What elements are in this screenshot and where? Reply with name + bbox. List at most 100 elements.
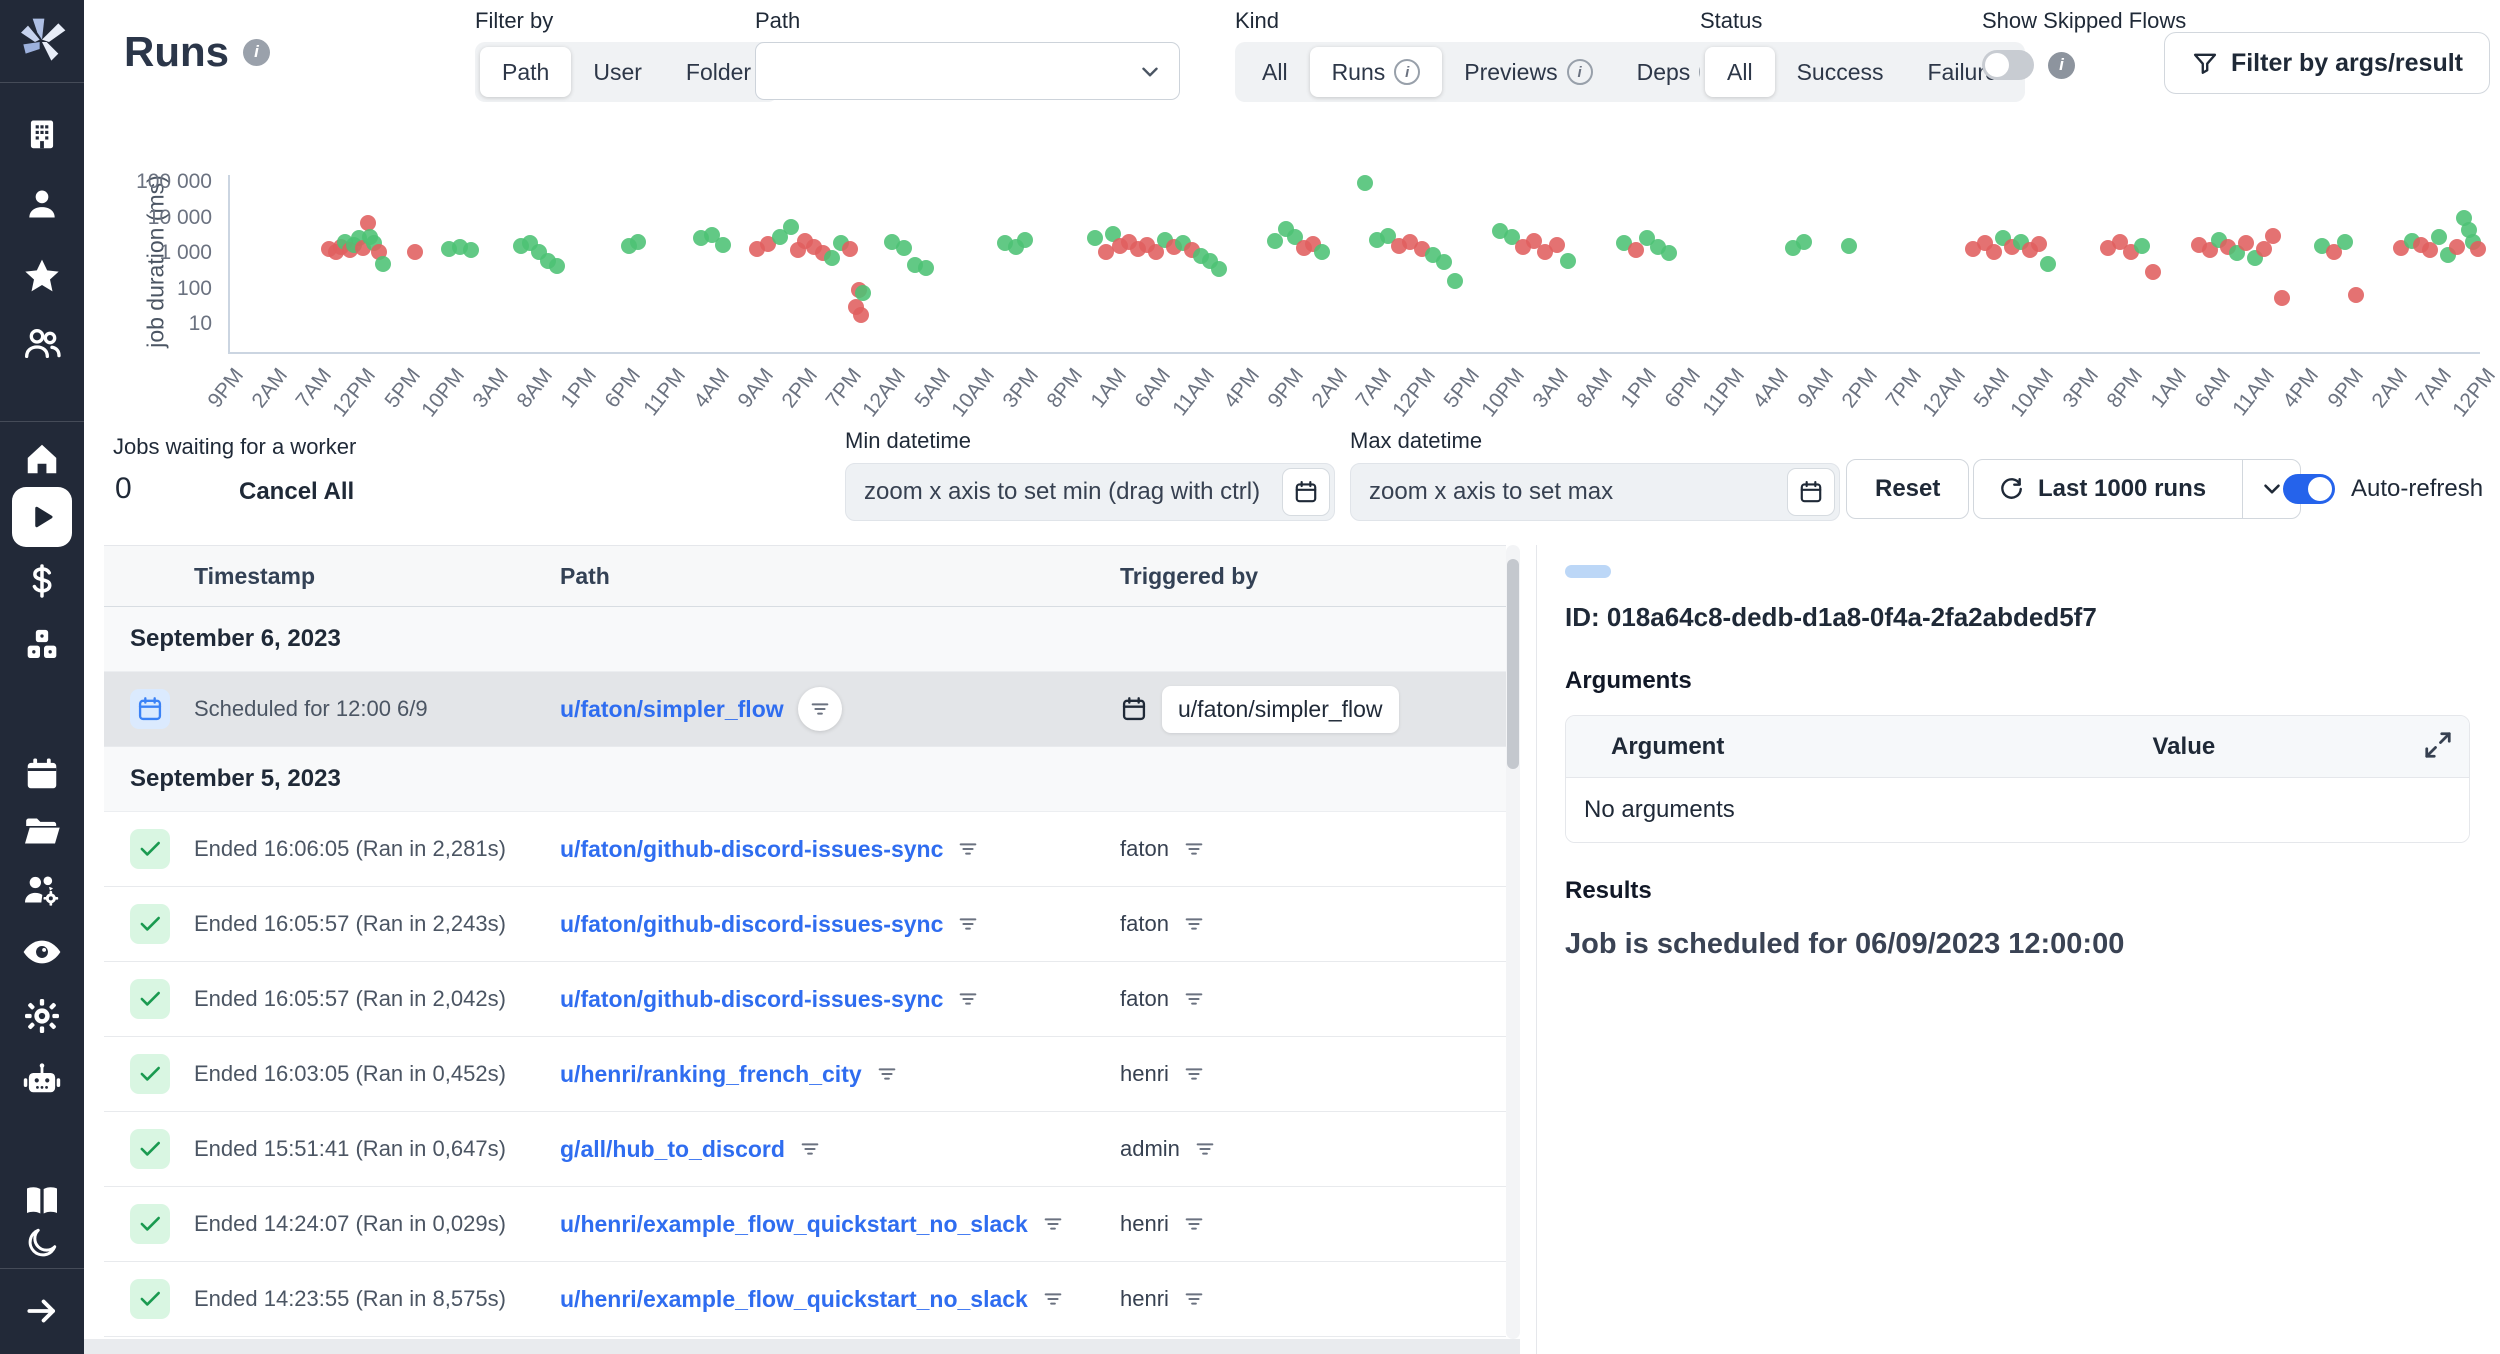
min-datetime-calendar-button[interactable] bbox=[1282, 468, 1330, 516]
failure-point[interactable] bbox=[2274, 290, 2290, 306]
success-point[interactable] bbox=[1796, 234, 1812, 250]
run-row[interactable]: Scheduled for 12:00 6/9u/faton/simpler_f… bbox=[104, 672, 1506, 747]
table-vertical-scrollbar[interactable] bbox=[1506, 545, 1520, 1339]
failure-point[interactable] bbox=[2470, 241, 2486, 257]
failure-point[interactable] bbox=[2449, 239, 2465, 255]
success-point[interactable] bbox=[1661, 245, 1677, 261]
triggered-filter-button[interactable] bbox=[1183, 838, 1205, 860]
path-link[interactable]: u/faton/github-discord-issues-sync bbox=[560, 836, 943, 863]
failure-point[interactable] bbox=[2265, 228, 2281, 244]
run-row[interactable]: Ended 14:23:55 (Ran in 8,575s)u/henri/ex… bbox=[104, 1262, 1506, 1337]
tab-previews[interactable]: Previewsi bbox=[1442, 47, 1614, 97]
path-filter-button[interactable] bbox=[1042, 1288, 1064, 1310]
runs-info-icon[interactable]: i bbox=[243, 39, 270, 66]
path-link[interactable]: u/henri/example_flow_quickstart_no_slack bbox=[560, 1211, 1028, 1238]
path-filter-button[interactable] bbox=[957, 988, 979, 1010]
show-skipped-toggle[interactable] bbox=[1982, 50, 2034, 80]
run-row[interactable]: Ended 14:24:07 (Ran in 0,029s)u/henri/ex… bbox=[104, 1187, 1506, 1262]
success-point[interactable] bbox=[630, 234, 646, 250]
duration-chart[interactable]: job duration (ms) 100 00010 0001 0001001… bbox=[84, 130, 2500, 428]
tab-runs[interactable]: Runsi bbox=[1310, 47, 1443, 97]
refresh-runs-button[interactable]: Last 1000 runs bbox=[1974, 460, 2230, 518]
failure-point[interactable] bbox=[2031, 236, 2047, 252]
path-link[interactable]: g/all/hub_to_discord bbox=[560, 1136, 785, 1163]
reset-button[interactable]: Reset bbox=[1846, 459, 1969, 519]
arrow-right-icon[interactable] bbox=[23, 1292, 61, 1330]
failure-point[interactable] bbox=[842, 241, 858, 257]
triggered-filter-button[interactable] bbox=[1194, 1138, 1216, 1160]
path-link[interactable]: u/faton/simpler_flow bbox=[560, 696, 784, 723]
min-datetime-input[interactable] bbox=[845, 463, 1335, 521]
success-point[interactable] bbox=[2431, 229, 2447, 245]
cancel-all-button[interactable]: Cancel All bbox=[239, 478, 354, 506]
play-icon[interactable] bbox=[12, 487, 72, 547]
success-point[interactable] bbox=[715, 237, 731, 253]
max-datetime-calendar-button[interactable] bbox=[1787, 468, 1835, 516]
path-link[interactable]: u/faton/github-discord-issues-sync bbox=[560, 986, 943, 1013]
star-icon[interactable] bbox=[22, 256, 62, 296]
run-row[interactable]: Ended 16:05:57 (Ran in 2,243s)u/faton/gi… bbox=[104, 887, 1506, 962]
run-row[interactable]: Ended 16:03:05 (Ran in 0,452s)u/henri/ra… bbox=[104, 1037, 1506, 1112]
moon-icon[interactable] bbox=[24, 1225, 60, 1261]
max-datetime-input[interactable] bbox=[1350, 463, 1840, 521]
book-open-icon[interactable] bbox=[22, 1181, 62, 1221]
failure-point[interactable] bbox=[1986, 244, 2002, 260]
success-point[interactable] bbox=[549, 258, 565, 274]
tab-path[interactable]: Path bbox=[480, 47, 571, 97]
users-gear-icon[interactable] bbox=[22, 870, 62, 910]
dollar-icon[interactable] bbox=[23, 562, 61, 600]
run-row[interactable]: Ended 15:51:41 (Ran in 0,647s)g/all/hub_… bbox=[104, 1112, 1506, 1187]
building-icon[interactable] bbox=[23, 115, 61, 153]
table-horizontal-scrollbar[interactable] bbox=[84, 1339, 1520, 1354]
success-point[interactable] bbox=[918, 260, 934, 276]
success-point[interactable] bbox=[1017, 232, 1033, 248]
success-point[interactable] bbox=[2040, 256, 2056, 272]
path-filter-button[interactable] bbox=[957, 838, 979, 860]
triggered-filter-button[interactable] bbox=[1183, 1063, 1205, 1085]
path-filter-button[interactable] bbox=[876, 1063, 898, 1085]
tab-success[interactable]: Success bbox=[1775, 47, 1906, 97]
failure-point[interactable] bbox=[2145, 264, 2161, 280]
cubes-icon[interactable] bbox=[22, 624, 62, 664]
path-select[interactable] bbox=[755, 42, 1180, 100]
success-point[interactable] bbox=[855, 285, 871, 301]
info-icon[interactable]: i bbox=[1567, 59, 1593, 85]
windmill-logo[interactable] bbox=[14, 14, 70, 70]
path-link[interactable]: u/faton/github-discord-issues-sync bbox=[560, 911, 943, 938]
success-point[interactable] bbox=[1314, 244, 1330, 260]
robot-icon[interactable] bbox=[21, 1059, 63, 1101]
failure-point[interactable] bbox=[2348, 287, 2364, 303]
success-point[interactable] bbox=[1436, 254, 1452, 270]
success-point[interactable] bbox=[824, 250, 840, 266]
failure-point[interactable] bbox=[407, 244, 423, 260]
gear-icon[interactable] bbox=[22, 996, 62, 1036]
triggered-filter-button[interactable] bbox=[1183, 1213, 1205, 1235]
success-point[interactable] bbox=[1357, 175, 1373, 191]
run-row[interactable]: Ended 16:06:05 (Ran in 2,281s)u/faton/gi… bbox=[104, 812, 1506, 887]
success-point[interactable] bbox=[375, 256, 391, 272]
success-point[interactable] bbox=[463, 242, 479, 258]
triggered-filter-button[interactable] bbox=[1183, 1288, 1205, 1310]
scrollbar-thumb[interactable] bbox=[1507, 559, 1519, 769]
triggered-filter-button[interactable] bbox=[1183, 913, 1205, 935]
tab-user[interactable]: User bbox=[571, 47, 664, 97]
path-link[interactable]: u/henri/ranking_french_city bbox=[560, 1061, 862, 1088]
success-point[interactable] bbox=[783, 219, 799, 235]
tab-all[interactable]: All bbox=[1240, 47, 1310, 97]
home-icon[interactable] bbox=[23, 440, 61, 478]
filter-args-button[interactable]: Filter by args/result bbox=[2164, 32, 2490, 94]
eye-icon[interactable] bbox=[21, 931, 63, 973]
tab-all[interactable]: All bbox=[1705, 47, 1775, 97]
expand-icon[interactable] bbox=[2423, 730, 2453, 765]
success-point[interactable] bbox=[896, 240, 912, 256]
users-icon[interactable] bbox=[22, 323, 62, 363]
success-point[interactable] bbox=[2337, 234, 2353, 250]
skipped-info-icon[interactable]: i bbox=[2048, 52, 2075, 79]
path-filter-button[interactable] bbox=[798, 687, 842, 731]
user-icon[interactable] bbox=[23, 185, 61, 223]
path-filter-button[interactable] bbox=[1042, 1213, 1064, 1235]
success-point[interactable] bbox=[1087, 230, 1103, 246]
triggered-filter-button[interactable] bbox=[1183, 988, 1205, 1010]
path-link[interactable]: u/henri/example_flow_quickstart_no_slack bbox=[560, 1286, 1028, 1313]
info-icon[interactable]: i bbox=[1394, 59, 1420, 85]
